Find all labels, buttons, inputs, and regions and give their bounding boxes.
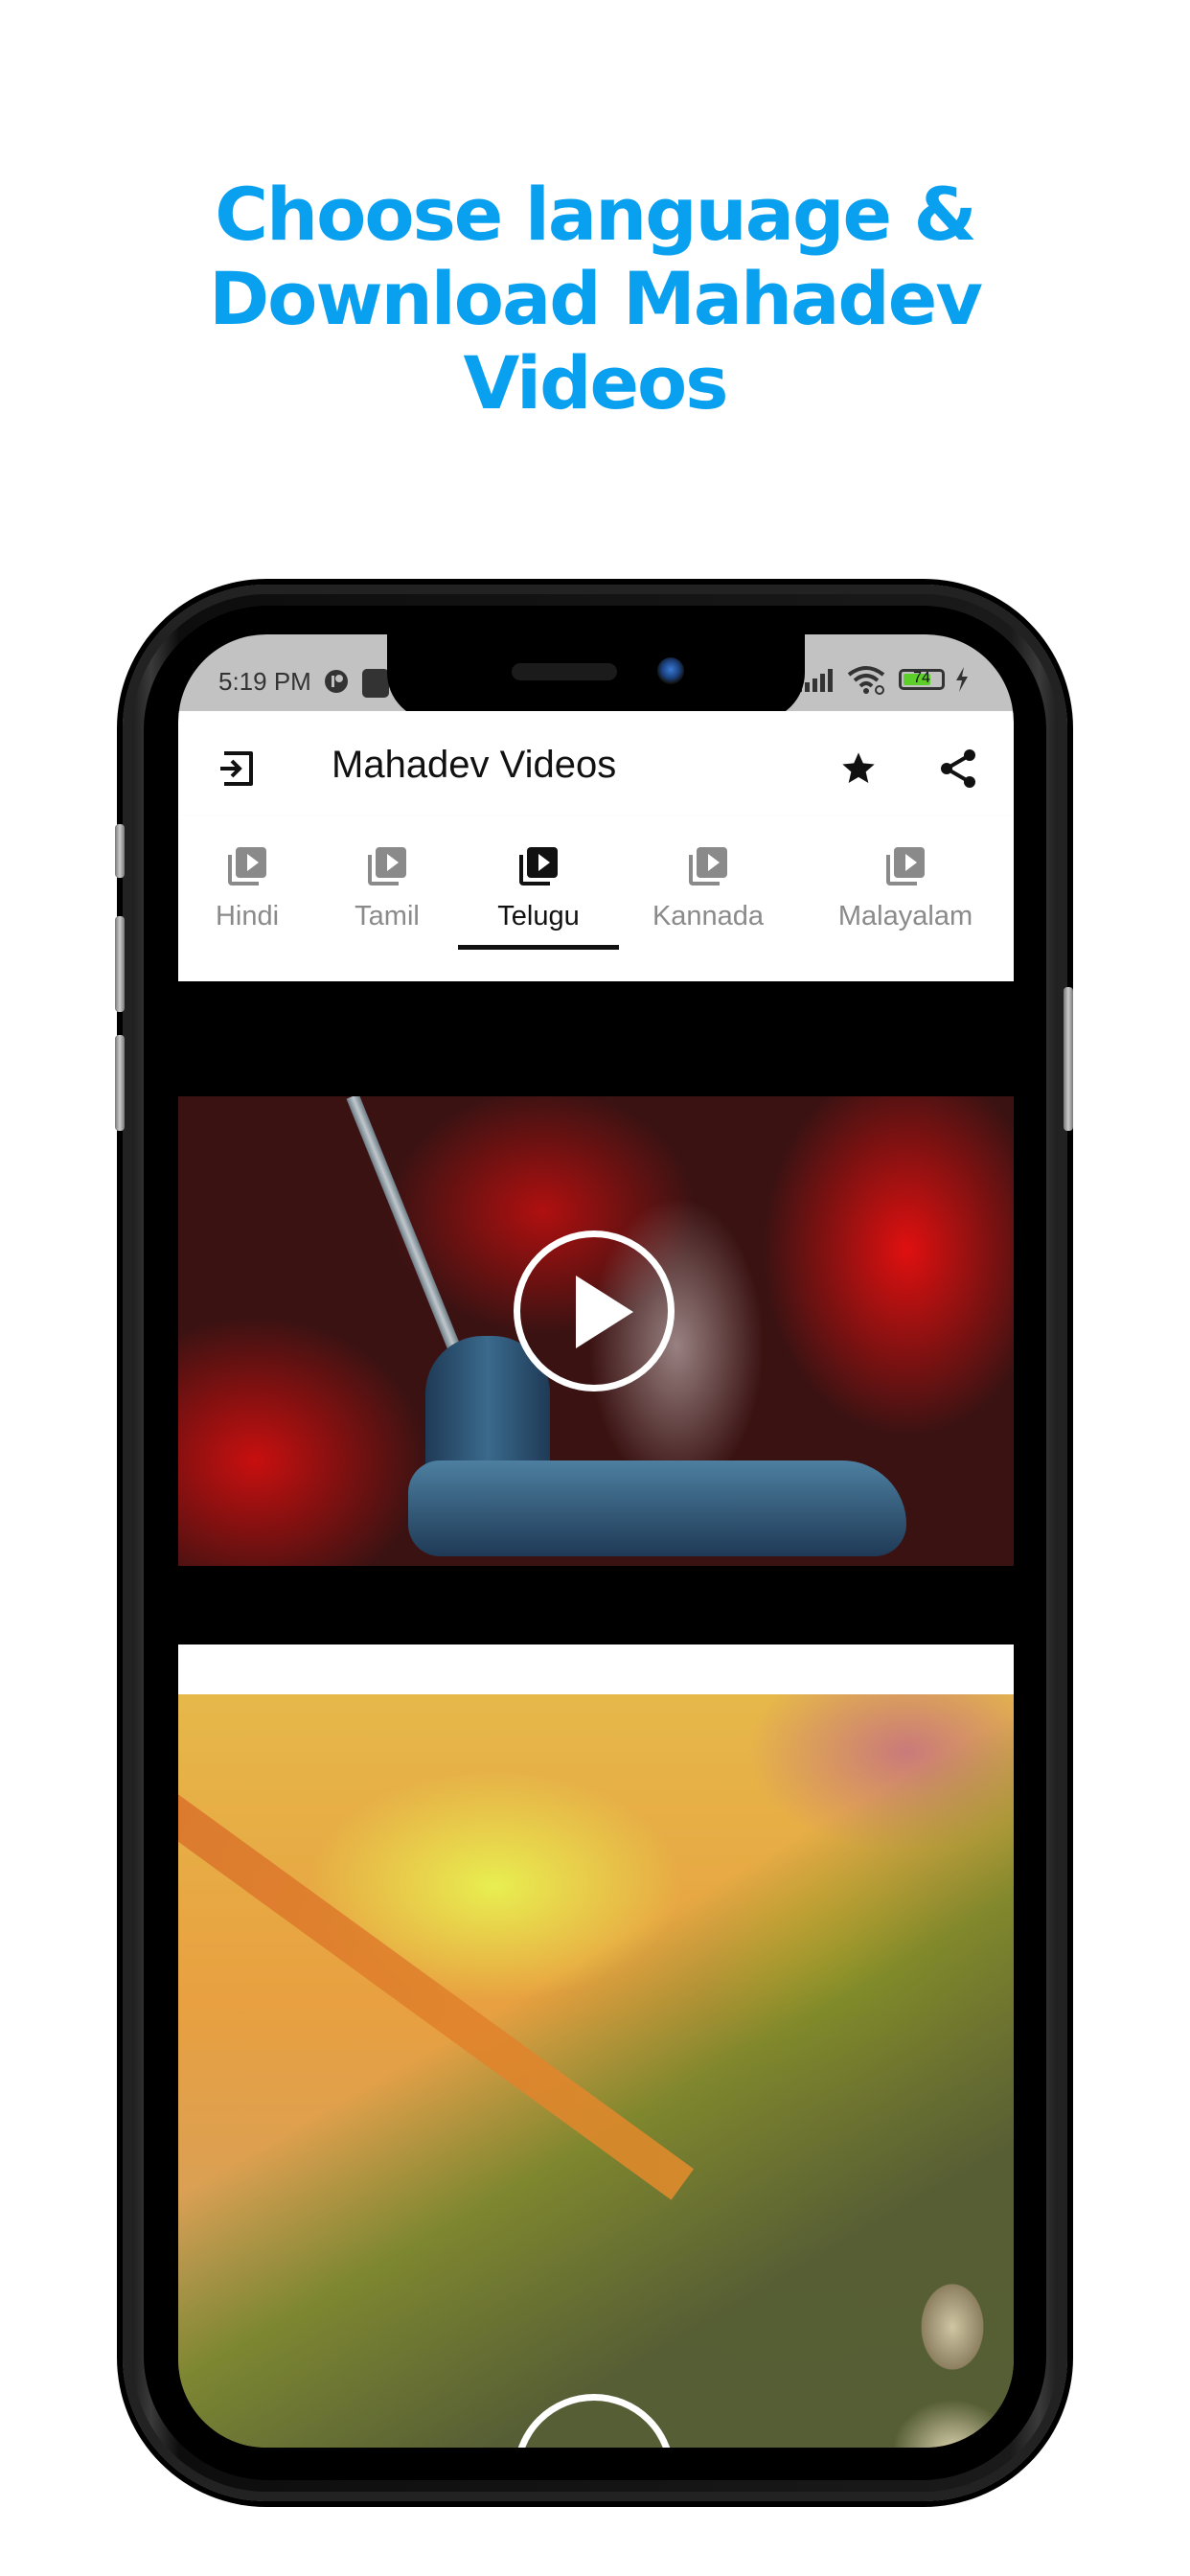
phone-side-button-volume-down (115, 1035, 125, 1131)
phone-screen: 5:19 PM 74 Mahadev Videos Hindi Tamil Te… (178, 634, 1014, 2448)
promo-headline: Choose language & Download Mahadev Video… (0, 172, 1190, 426)
video-library-icon (689, 847, 727, 886)
thumbnail-shiva-statue (895, 2241, 1010, 2448)
video-letterbox-bottom (178, 1566, 1014, 1644)
video-letterbox-top (178, 981, 1014, 1096)
phone-side-button-power (1064, 987, 1073, 1131)
data-saver-icon (325, 670, 348, 693)
tab-malayalam[interactable]: Malayalam (797, 816, 1014, 951)
tab-label: Telugu (497, 901, 580, 932)
star-icon[interactable] (839, 749, 878, 788)
share-icon[interactable] (935, 746, 981, 792)
video-thumbnail-1[interactable] (178, 1096, 1014, 1566)
speaker-grille (512, 663, 617, 680)
app-title: Mahadev Videos (332, 744, 617, 786)
phone-side-button-volume-up (115, 916, 125, 1012)
tabs-shadow-spacer (178, 951, 1014, 981)
tab-hindi[interactable]: Hindi (178, 816, 316, 951)
status-time: 5:19 PM (218, 667, 311, 696)
charging-bolt-icon (956, 667, 968, 692)
battery-level: 74 (913, 670, 930, 686)
play-icon (576, 1276, 633, 1348)
headline-line-3: Videos (463, 340, 729, 426)
video-thumbnail-2[interactable] (178, 1694, 1014, 2448)
wifi-icon (847, 666, 885, 695)
video-library-icon (519, 847, 558, 886)
front-camera (657, 657, 684, 684)
thumbnail-lingam-base (408, 1460, 906, 1556)
active-tab-indicator (458, 945, 619, 950)
phone-side-button-mute (115, 824, 125, 878)
tab-label: Malayalam (837, 901, 973, 932)
notch (387, 634, 805, 721)
video-card-header (178, 1644, 1014, 1694)
video-library-icon (368, 847, 406, 886)
tab-label: Tamil (355, 901, 420, 932)
tab-telugu[interactable]: Telugu (458, 816, 619, 951)
video-library-icon (228, 847, 266, 886)
tab-label: Hindi (215, 901, 280, 932)
headline-line-2: Download Mahadev (209, 256, 983, 341)
play-button[interactable] (514, 2394, 675, 2448)
tab-tamil[interactable]: Tamil (316, 816, 458, 951)
play-button[interactable] (514, 1230, 675, 1392)
notification-square-icon (362, 669, 389, 698)
app-bar: Mahadev Videos (178, 711, 1014, 816)
tab-kannada[interactable]: Kannada (619, 816, 797, 951)
headline-line-1: Choose language & (215, 172, 976, 257)
thumbnail-mountain-ridge (178, 1774, 695, 2200)
exit-icon[interactable] (217, 748, 259, 790)
language-tabs: Hindi Tamil Telugu Kannada Malayalam (178, 816, 1014, 951)
tab-label: Kannada (652, 901, 765, 932)
video-library-icon (886, 847, 925, 886)
battery-icon: 74 (899, 669, 945, 690)
